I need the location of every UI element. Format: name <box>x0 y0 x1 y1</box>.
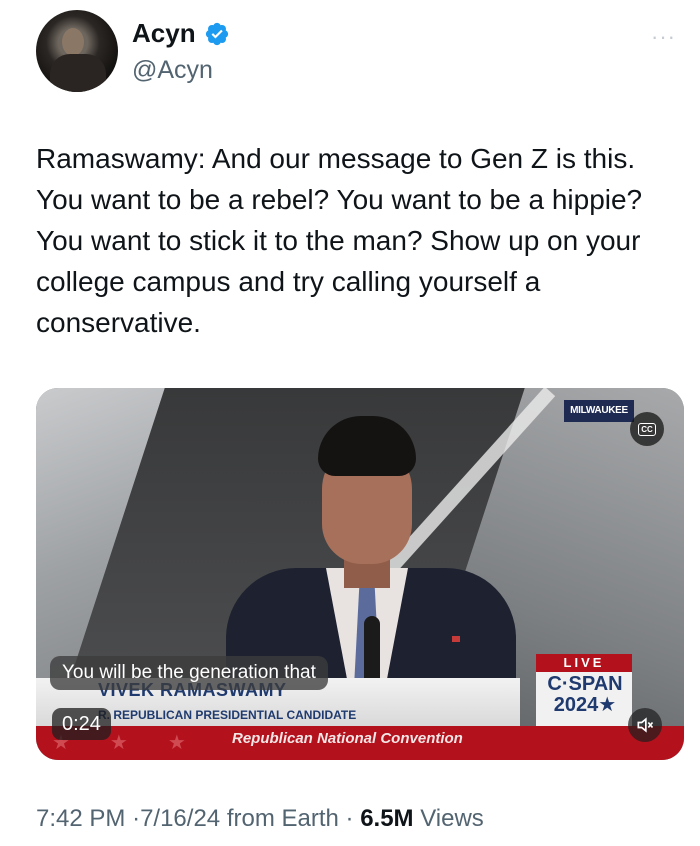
tweet-date[interactable]: 7/16/24 <box>140 805 220 832</box>
tweet-meta: 7:42 PM ·7/16/24 from Earth · 6.5M Views <box>36 805 484 832</box>
network-logo: C·SPAN 2024★ <box>547 673 623 716</box>
author-avatar[interactable] <box>36 10 118 92</box>
video-player[interactable]: MILWAUKEE CC VIVEK RAMASWAMY R. REPUBLIC… <box>36 388 684 760</box>
author-name-row: Acyn <box>132 18 230 49</box>
tweet-text: Ramaswamy: And our message to Gen Z is t… <box>36 143 643 338</box>
live-badge: LIVE <box>536 654 632 672</box>
views-count[interactable]: 6.5M <box>360 805 413 832</box>
tweet-time[interactable]: 7:42 PM <box>36 805 125 832</box>
video-duration: 0:24 <box>52 708 111 740</box>
lower-third: VIVEK RAMASWAMY R. REPUBLICAN PRESIDENTI… <box>36 654 684 760</box>
cc-icon: CC <box>638 422 656 436</box>
more-options-icon[interactable]: ··· <box>651 24 676 50</box>
views-label: Views <box>420 805 484 832</box>
location-badge: MILWAUKEE <box>564 400 634 422</box>
event-name: Republican National Convention <box>232 730 463 747</box>
tweet-header: Acyn @Acyn ··· <box>36 10 676 92</box>
speaker-muted-icon <box>637 717 654 733</box>
tweet-source: from Earth <box>226 805 339 832</box>
speaker-figure <box>206 408 516 728</box>
closed-captions-button[interactable]: CC <box>630 412 664 446</box>
video-caption: You will be the generation that <box>50 656 328 690</box>
author-name[interactable]: Acyn <box>132 18 196 49</box>
verified-badge-icon <box>205 22 228 45</box>
speaker-title: R. REPUBLICAN PRESIDENTIAL CANDIDATE <box>98 708 357 722</box>
mute-button[interactable] <box>628 708 662 742</box>
author-handle[interactable]: @Acyn <box>132 56 213 85</box>
